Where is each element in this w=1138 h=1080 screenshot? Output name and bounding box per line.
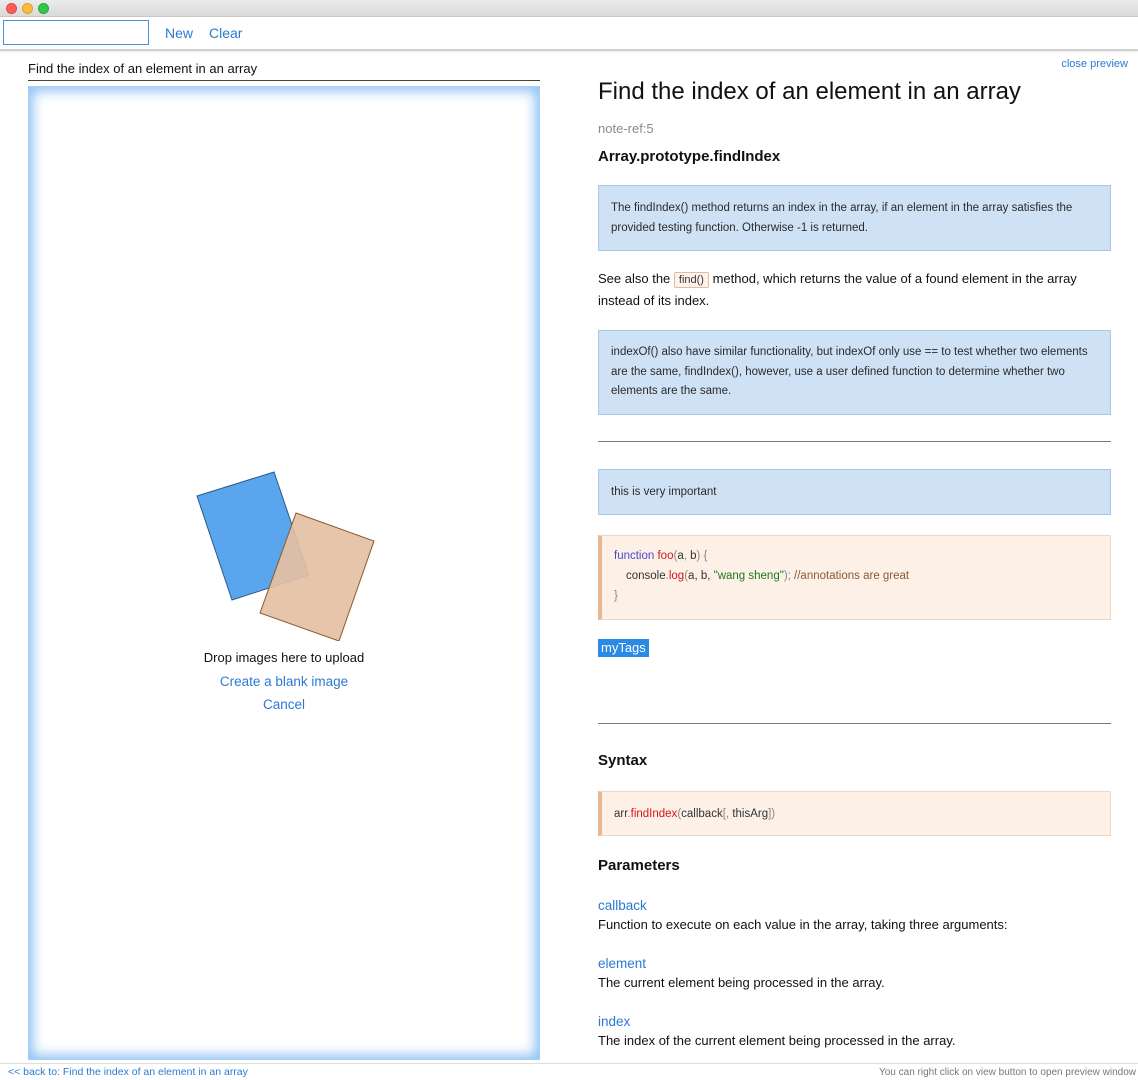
cancel-link[interactable]: Cancel <box>29 697 539 712</box>
status-bar: << back to: Find the index of an element… <box>0 1063 1138 1080</box>
note-title-field[interactable]: Find the index of an element in an array <box>28 61 540 81</box>
code-token: //annotations are great <box>790 570 910 582</box>
code-token: foo <box>657 550 674 562</box>
parameter-name: index <box>598 1014 631 1029</box>
preview-pane: Find the index of an element in an array… <box>598 72 1111 1050</box>
window-titlebar <box>0 0 1138 17</box>
minimize-window-button[interactable] <box>22 3 33 14</box>
parameter-item: index The index of the current element b… <box>598 1012 1111 1050</box>
parameter-item: element The current element being proces… <box>598 954 1111 992</box>
images-icon <box>196 471 375 641</box>
clear-button[interactable]: Clear <box>209 25 242 41</box>
zoom-window-button[interactable] <box>38 3 49 14</box>
note-box: The findIndex() method returns an index … <box>598 185 1111 251</box>
code-token: arr <box>614 808 628 820</box>
code-block: function foo(a, b) { console.log(a, b, "… <box>598 535 1111 620</box>
code-line: console.log(a, b, "wang sheng"); //annot… <box>614 566 1098 586</box>
new-button[interactable]: New <box>165 25 193 41</box>
parameter-description: The current element being processed in t… <box>598 975 885 990</box>
parameter-description: Function to execute on each value in the… <box>598 917 1008 932</box>
note-box: indexOf() also have similar functionalit… <box>598 330 1111 415</box>
note-box: this is very important <box>598 469 1111 515</box>
toolbar: New Clear <box>0 17 1138 51</box>
tag-badge[interactable]: myTags <box>598 639 649 657</box>
syntax-code-block: arr.findIndex(callback[, thisArg]) <box>598 791 1111 836</box>
see-also-paragraph: See also the find() method, which return… <box>598 269 1111 310</box>
code-token: ); <box>783 570 791 582</box>
divider <box>598 441 1111 442</box>
back-link[interactable]: << back to: Find the index of an element… <box>8 1066 248 1078</box>
code-token: "wang sheng" <box>713 570 784 582</box>
preview-subtitle: Array.prototype.findIndex <box>598 148 781 165</box>
close-window-button[interactable] <box>6 3 17 14</box>
code-token: callback <box>681 808 723 820</box>
code-token: function <box>614 550 655 562</box>
code-token: a, b, <box>688 570 714 582</box>
preview-title: Find the index of an element in an array <box>598 78 1021 105</box>
see-also-prefix: See also the <box>598 271 671 286</box>
parameter-description: The index of the current element being p… <box>598 1033 956 1048</box>
drop-instructions: Drop images here to upload <box>203 650 365 665</box>
parameters-heading: Parameters <box>598 857 680 874</box>
parameter-name: callback <box>598 898 647 913</box>
parameter-item: callback Function to execute on each val… <box>598 896 1111 934</box>
parameter-name: element <box>598 956 647 971</box>
code-line: function foo(a, b) { <box>614 546 1098 566</box>
image-drop-zone[interactable]: Drop images here to upload Create a blan… <box>28 86 540 1060</box>
code-token: findIndex <box>630 808 678 820</box>
find-code: find() <box>673 272 709 288</box>
search-input[interactable] <box>3 20 149 45</box>
see-also-suffix: method, which returns the value of a fou… <box>598 271 1077 308</box>
status-hint: You can right click on view button to op… <box>878 1067 1136 1078</box>
close-preview-link[interactable]: close preview <box>1061 58 1128 70</box>
code-token: [, <box>722 808 733 820</box>
code-token: log <box>668 570 685 582</box>
tags-row: myTags <box>598 639 1111 657</box>
code-token: thisArg <box>732 808 769 820</box>
code-line: } <box>614 586 1098 606</box>
divider <box>598 723 1111 724</box>
code-token: } <box>614 590 618 602</box>
syntax-heading: Syntax <box>598 752 648 769</box>
code-token: console <box>626 570 666 582</box>
code-token: ]) <box>768 808 776 820</box>
note-ref: note-ref:5 <box>598 121 654 136</box>
create-blank-image-link[interactable]: Create a blank image <box>29 674 539 689</box>
code-token: ) { <box>696 550 708 562</box>
